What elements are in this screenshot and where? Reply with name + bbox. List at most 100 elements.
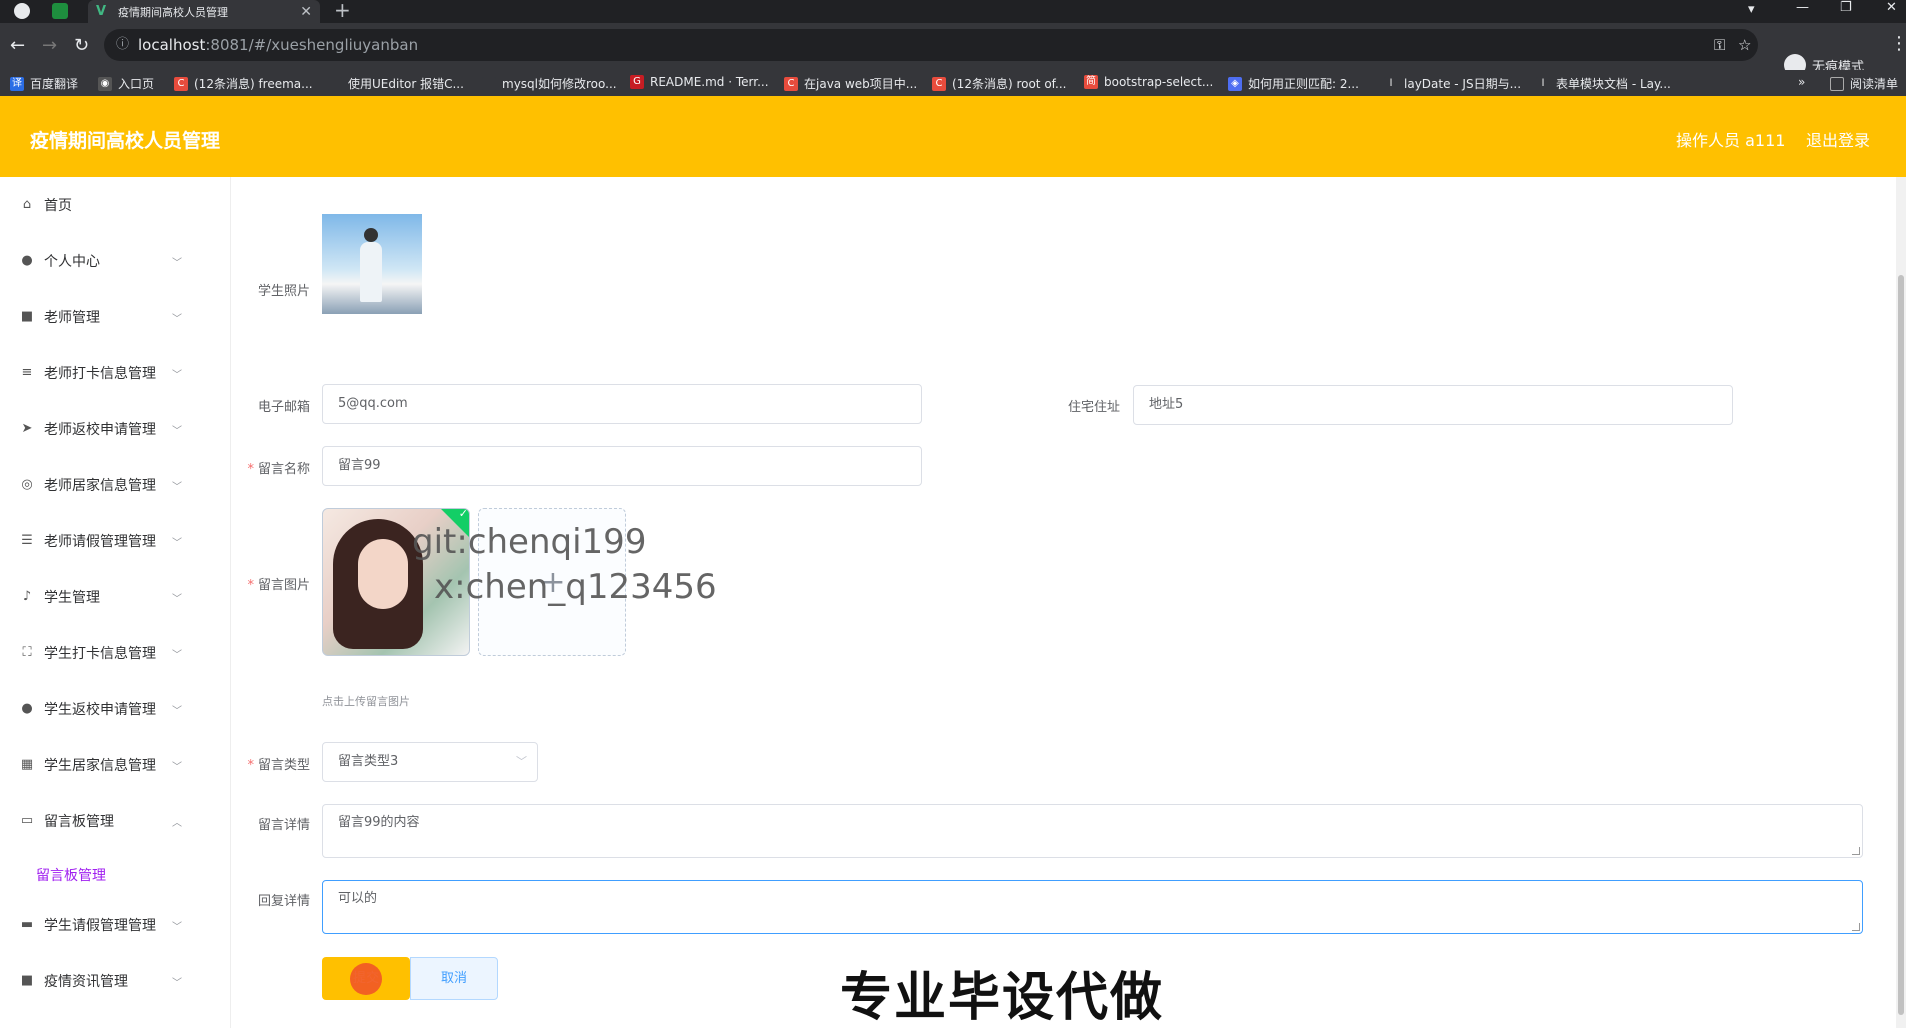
tab-active[interactable]: V 疫情期间高校人员管理 ✕ xyxy=(88,0,320,23)
menu-icon: ☰ xyxy=(21,533,33,548)
vue-logo-icon: V xyxy=(96,3,107,19)
chevron-down-icon: ﹀ xyxy=(172,761,182,773)
reload-icon[interactable]: ↻ xyxy=(74,35,89,56)
message-detail-value: 留言99的内容 xyxy=(338,815,420,830)
sidebar-item-student-home[interactable]: ▦ 学生居家信息管理 ﹀ xyxy=(0,747,205,783)
message-name-field[interactable]: 留言99 xyxy=(322,446,922,486)
bookmark-item[interactable]: mysql如何修改roo... xyxy=(482,75,617,92)
sidebar-subitem-messageboard[interactable]: 留言板管理 xyxy=(36,865,106,885)
bookmark-item[interactable]: C (12条消息) root of... xyxy=(932,75,1066,92)
sidebar-item-student-return[interactable]: ● 学生返校申请管理 ﹀ xyxy=(0,691,205,727)
tab-title: 疫情期间高校人员管理 xyxy=(118,5,228,19)
cancel-button[interactable]: 取消 xyxy=(410,957,498,1000)
tickets-icon: ▬ xyxy=(20,917,34,932)
tab-search-icon[interactable]: ▾ xyxy=(1748,2,1755,17)
required-mark: * xyxy=(247,578,254,593)
image-face xyxy=(358,539,408,609)
sidebar-item-student-leave[interactable]: ▬ 学生请假管理管理 ﹀ xyxy=(0,907,205,943)
message-detail-textarea[interactable]: 留言99的内容 xyxy=(322,804,1863,858)
chevron-down-icon: ﹀ xyxy=(172,593,182,605)
bookmark-item[interactable]: l layDate - JS日期与... xyxy=(1384,75,1521,92)
tab-strip: V 疫情期间高校人员管理 ✕ + ▾ — ❐ ✕ xyxy=(0,0,1906,23)
bookmark-item[interactable]: 译百度翻译 xyxy=(10,75,78,92)
chevron-down-icon: ﹀ xyxy=(172,705,182,717)
bookmark-item[interactable]: ◈ 如何用正则匹配: 2... xyxy=(1228,75,1359,92)
site-info-icon[interactable]: ⓘ xyxy=(116,29,129,61)
sheet-tab-icon[interactable] xyxy=(52,3,68,19)
sidebar-item-student-checkin[interactable]: ⛶ 学生打卡信息管理 ﹀ xyxy=(0,635,205,671)
app-title: 疫情期间高校人员管理 xyxy=(30,130,221,152)
bookmark-favicon-icon: 简 xyxy=(1084,75,1098,89)
chevron-down-icon: ﹀ xyxy=(172,425,182,437)
scrollbar-thumb[interactable] xyxy=(1898,275,1904,1015)
promo-overlay-text: 专业毕设代做 xyxy=(840,968,1165,1028)
upload-tip: 点击上传留言图片 xyxy=(322,695,410,708)
reply-detail-value: 可以的 xyxy=(338,891,378,906)
bookmark-favicon-icon: G xyxy=(630,75,644,89)
sidebar-item-students[interactable]: ♪ 学生管理 ﹀ xyxy=(0,579,205,615)
back-icon[interactable]: ← xyxy=(10,35,25,56)
key-icon[interactable]: ⚿ xyxy=(1714,29,1725,61)
bookmarks-bar: 译百度翻译 ◉ 入口页 C (12条消息) freema... 使用UEditor … xyxy=(0,70,1906,96)
forward-icon[interactable]: → xyxy=(42,35,57,56)
more-menu-icon[interactable]: ⋮ xyxy=(1890,33,1906,54)
sidebar-item-teacher-checkin[interactable]: ≡ 老师打卡信息管理 ﹀ xyxy=(0,355,205,391)
minimize-button[interactable]: — xyxy=(1796,0,1809,15)
sidebar-item-teacher-leave[interactable]: ☰ 老师请假管理管理 ﹀ xyxy=(0,523,205,559)
sidebar-item-teacher-return[interactable]: ➤ 老师返校申请管理 ﹀ xyxy=(0,411,205,447)
watermark-line2: x:chen_q123456 xyxy=(434,567,717,607)
bookmark-item[interactable]: 使用UEditor 报错C... xyxy=(328,75,464,92)
chevron-down-icon: ﹀ xyxy=(172,481,182,493)
sidebar-item-teachers[interactable]: ■ 老师管理 ﹀ xyxy=(0,299,205,335)
watermark-line1: git:chenqi199 xyxy=(412,522,647,562)
user-icon: ● xyxy=(21,701,33,716)
sidebar-item-teacher-home[interactable]: ◎ 老师居家信息管理 ﹀ xyxy=(0,467,205,503)
email-label: 电子邮箱 xyxy=(257,400,310,415)
sidebar: ⌂ 首页 ● 个人中心 ﹀ ■ 老师管理 ﹀ ≡ 老师打卡信息管理 ﹀ ➤ 老师返校申请管理 ﹀ … xyxy=(0,177,205,1028)
bookmark-item[interactable]: 简 bootstrap-select... xyxy=(1084,75,1213,89)
email-field[interactable]: 5@qq.com xyxy=(322,384,922,424)
photo-figure-body xyxy=(360,242,382,302)
logout-link[interactable]: 退出登录 xyxy=(1806,127,1870,151)
monitor-icon: ■ xyxy=(20,309,34,324)
app-header: 疫情期间高校人员管理 操作人员 a111 退出登录 xyxy=(0,96,1906,177)
bookmark-favicon-icon: C xyxy=(174,76,188,91)
resize-grip-icon[interactable] xyxy=(1852,923,1860,931)
grid-icon: ▦ xyxy=(20,757,34,772)
restore-button[interactable]: ❐ xyxy=(1840,0,1852,15)
url-input[interactable]: ⓘ localhost:8081/#/xueshengliuyanban ⚿ ☆ xyxy=(104,29,1758,61)
required-mark: * xyxy=(247,758,254,773)
chrome-icon[interactable] xyxy=(14,3,30,19)
image-label: * 留言图片 xyxy=(247,578,310,593)
tab-close-icon[interactable]: ✕ xyxy=(300,4,312,20)
bookmark-item[interactable]: ◉ 入口页 xyxy=(98,75,154,92)
bookmark-item[interactable]: C (12条消息) freema... xyxy=(174,75,313,92)
bookmarks-overflow-icon[interactable]: » xyxy=(1798,75,1805,89)
send-icon: ➤ xyxy=(21,421,33,436)
reading-list[interactable]: 阅读清单 xyxy=(1830,75,1898,92)
message-type-value: 留言类型3 xyxy=(338,754,399,769)
resize-grip-icon[interactable] xyxy=(1852,847,1860,855)
address-field[interactable]: 地址5 xyxy=(1133,385,1733,425)
star-icon[interactable]: ☆ xyxy=(1738,29,1751,61)
sidebar-item-news[interactable]: ■ 疫情资讯管理 ﹀ xyxy=(0,963,205,999)
sidebar-item-messageboard[interactable]: ▭ 留言板管理 ︿ xyxy=(0,803,205,839)
page-scrollbar[interactable] xyxy=(1896,177,1906,1028)
bookmark-item[interactable]: C 在java web项目中... xyxy=(784,75,917,92)
new-tab-button[interactable]: + xyxy=(334,0,351,22)
reply-detail-textarea[interactable]: 可以的 xyxy=(322,880,1863,934)
chevron-down-icon: ﹀ xyxy=(172,369,182,381)
photo-figure-head xyxy=(364,228,378,242)
chevron-down-icon: ﹀ xyxy=(172,977,182,989)
close-window-button[interactable]: ✕ xyxy=(1886,0,1897,15)
user-icon: ● xyxy=(21,253,33,268)
bookmark-favicon-icon xyxy=(328,76,342,91)
message-type-select[interactable]: 留言类型3 ﹀ xyxy=(322,742,538,782)
sidebar-item-profile[interactable]: ● 个人中心 ﹀ xyxy=(0,243,205,279)
submit-button[interactable]: 提交 xyxy=(322,957,410,1000)
bookmark-item[interactable]: l 表单模块文档 - Lay... xyxy=(1536,75,1671,92)
bookmark-favicon-icon: ◈ xyxy=(1228,76,1242,91)
bookmark-item[interactable]: G README.md · Terr... xyxy=(630,75,769,89)
sidebar-item-home[interactable]: ⌂ 首页 xyxy=(0,187,205,223)
name-label: * 留言名称 xyxy=(247,462,310,477)
